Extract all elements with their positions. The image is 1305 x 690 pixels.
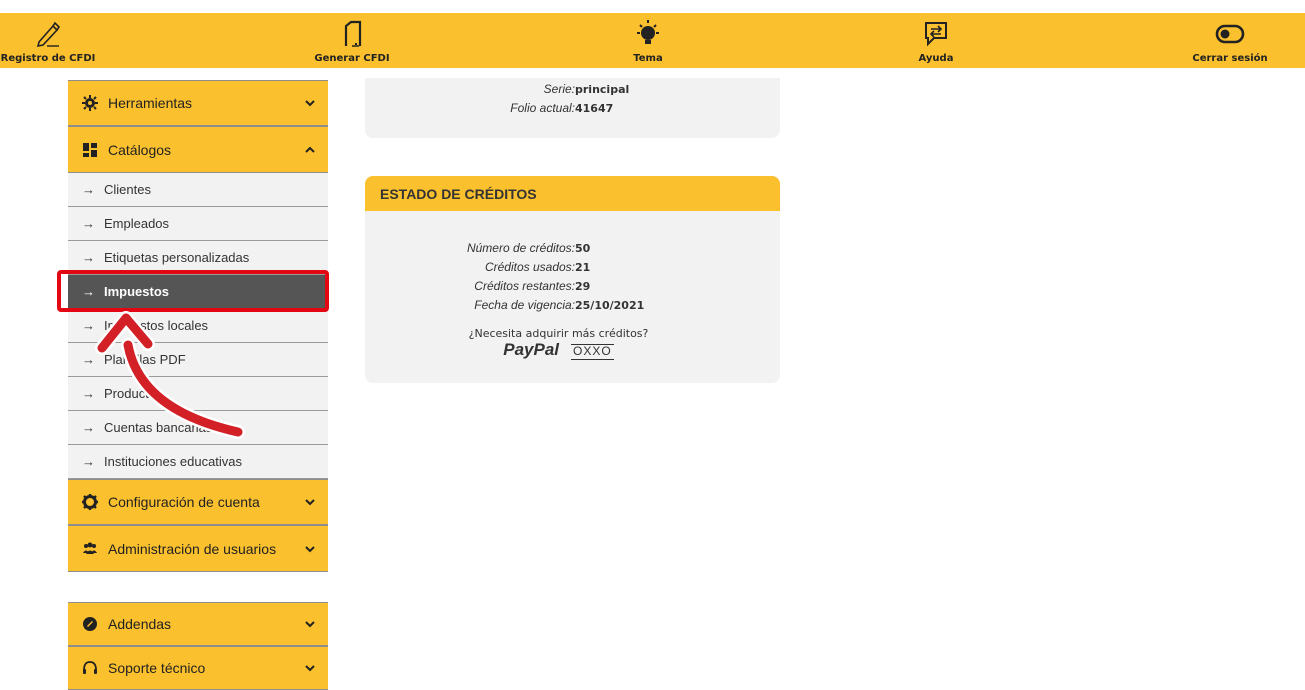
sidebar-item-admin-usuarios[interactable]: Administración de usuarios <box>68 525 328 572</box>
catalog-item-label: Etiquetas personalizadas <box>104 250 250 265</box>
credits-used-value: 21 <box>575 261 591 274</box>
sidebar-item-configuracion[interactable]: Configuración de cuenta <box>68 479 328 525</box>
catalog-item-label: Instituciones educativas <box>104 454 243 469</box>
catalog-item-plantillas-pdf[interactable]: → Plantillas PDF <box>68 343 328 377</box>
catalog-item-instituciones[interactable]: → Instituciones educativas <box>68 445 328 479</box>
nav-label: Tema <box>633 53 663 64</box>
paypal-button[interactable]: PayPal <box>503 340 559 360</box>
catalog-item-clientes[interactable]: → Clientes <box>68 173 328 207</box>
sidebar-item-label: Soporte técnico <box>108 660 206 676</box>
headset-icon <box>82 660 98 676</box>
arrow-right-icon: → <box>82 250 95 265</box>
credits-expiry-label: Fecha de vigencia: <box>474 298 575 312</box>
credits-remaining-label: Créditos restantes: <box>474 279 575 293</box>
sidebar-item-herramientas[interactable]: Herramientas <box>68 80 328 126</box>
credits-title: ESTADO DE CRÉDITOS <box>365 176 780 211</box>
catalog-item-label: Impuestos locales <box>104 318 209 333</box>
credits-row: Número de créditos: 50 <box>365 239 780 258</box>
catalog-item-label: Clientes <box>104 182 151 197</box>
nav-label: Generar CFDI <box>314 53 390 64</box>
lightbulb-icon <box>637 20 659 44</box>
chevron-down-icon <box>305 100 315 107</box>
folio-label: Folio actual: <box>510 101 575 115</box>
catalog-item-label: Plantillas PDF <box>104 352 186 367</box>
catalog-item-label: Productos <box>104 386 163 401</box>
arrow-right-icon: → <box>82 420 95 435</box>
folio-value: 41647 <box>575 102 614 115</box>
catalog-item-impuestos[interactable]: → Impuestos <box>68 275 328 309</box>
serie-value: principal <box>575 83 630 96</box>
credits-total-value: 50 <box>575 242 591 255</box>
addenda-icon <box>82 616 98 632</box>
sidebar-item-label: Administración de usuarios <box>108 540 277 557</box>
catalog-item-productos[interactable]: → Productos <box>68 377 328 411</box>
catalog-grid-icon <box>82 142 98 158</box>
credits-total-label: Número de créditos: <box>466 241 575 255</box>
nav-label: Registro de CFDI <box>0 53 96 64</box>
arrow-right-icon: → <box>82 318 95 333</box>
sidebar-item-catalogos[interactable]: Catálogos <box>68 126 328 173</box>
credits-row: Fecha de vigencia: 25/10/2021 <box>365 296 780 315</box>
credits-row: Créditos restantes: 29 <box>365 277 780 296</box>
serie-label: Serie: <box>543 82 575 96</box>
catalog-item-empleados[interactable]: → Empleados <box>68 207 328 241</box>
nav-registro-cfdi[interactable]: Registro de CFDI <box>1 13 95 68</box>
chevron-down-icon <box>305 665 315 672</box>
top-navigation-bar: Registro de CFDI Generar CFDI Tema Ayuda <box>0 13 1305 68</box>
nav-ayuda[interactable]: Ayuda <box>906 13 966 68</box>
users-icon <box>82 541 98 557</box>
catalog-item-etiquetas[interactable]: → Etiquetas personalizadas <box>68 241 328 275</box>
credits-row: Créditos usados: 21 <box>365 258 780 277</box>
credits-expiry-value: 25/10/2021 <box>575 299 645 312</box>
document-icon <box>344 20 362 47</box>
credits-used-label: Créditos usados: <box>484 260 575 274</box>
nav-cerrar-sesion[interactable]: Cerrar sesión <box>1190 13 1270 68</box>
oxxo-button[interactable]: OXXO <box>571 344 614 360</box>
chevron-down-icon <box>305 499 315 506</box>
chevron-down-icon <box>305 621 315 628</box>
chat-help-icon <box>925 22 947 47</box>
sidebar-item-label: Addendas <box>108 616 172 632</box>
arrow-right-icon: → <box>82 386 95 401</box>
sidebar-item-label: Catálogos <box>108 141 172 158</box>
arrow-right-icon: → <box>82 454 95 469</box>
nav-label: Cerrar sesión <box>1192 53 1268 64</box>
sidebar-item-label: Configuración de cuenta <box>108 494 260 510</box>
chevron-down-icon <box>305 545 315 552</box>
sidebar-menu: Herramientas Catálogos → Clientes → Emplea… <box>68 80 328 690</box>
catalog-item-cuentas-bancarias[interactable]: → Cuentas bancarias <box>68 411 328 445</box>
arrow-right-icon: → <box>82 216 95 231</box>
chevron-up-icon <box>305 146 315 153</box>
pencil-icon <box>36 21 61 48</box>
nav-label: Ayuda <box>918 53 954 64</box>
credits-panel: ESTADO DE CRÉDITOS Número de créditos: 5… <box>365 176 780 383</box>
gear-icon <box>82 494 98 510</box>
folio-row: Folio actual: 41647 <box>365 99 780 118</box>
arrow-right-icon: → <box>82 352 95 367</box>
arrow-right-icon: → <box>82 284 95 299</box>
sidebar-item-soporte[interactable]: Soporte técnico <box>68 646 328 690</box>
sidebar-item-label: Herramientas <box>108 95 193 111</box>
credits-remaining-value: 29 <box>575 280 591 293</box>
catalog-item-label: Cuentas bancarias <box>104 420 213 435</box>
folio-panel: Serie: principal Folio actual: 41647 <box>365 78 780 138</box>
payment-options: PayPal OXXO <box>365 340 766 360</box>
gear-tools-icon <box>82 95 98 111</box>
catalog-item-impuestos-locales[interactable]: → Impuestos locales <box>68 309 328 343</box>
catalog-item-label: Impuestos <box>104 284 170 299</box>
buy-credits-link[interactable]: ¿Necesita adquirir más créditos? <box>365 327 766 340</box>
serie-row: Serie: principal <box>365 80 780 99</box>
nav-generar-cfdi[interactable]: Generar CFDI <box>312 13 392 68</box>
arrow-right-icon: → <box>82 182 95 197</box>
sidebar-item-addendas[interactable]: Addendas <box>68 602 328 646</box>
catalog-item-label: Empleados <box>104 216 170 231</box>
toggle-icon <box>1215 24 1245 44</box>
nav-tema[interactable]: Tema <box>618 13 678 68</box>
